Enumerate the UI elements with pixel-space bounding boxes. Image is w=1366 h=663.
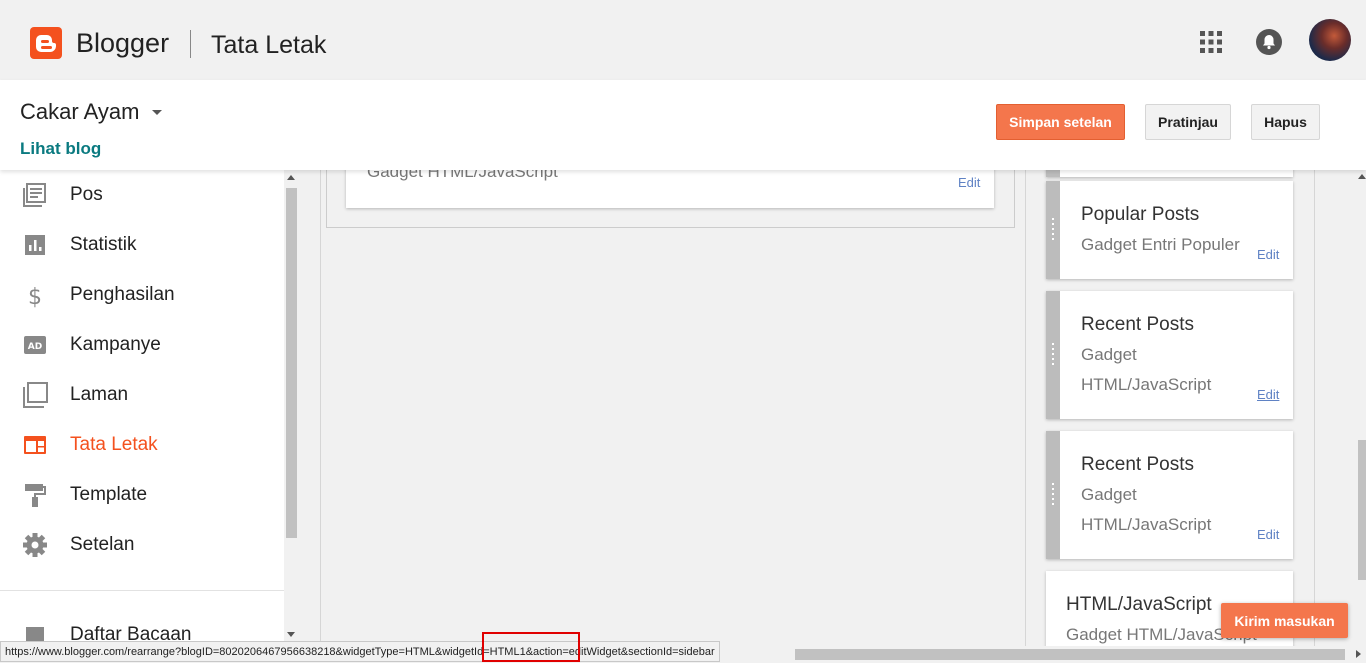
status-bar-url: https://www.blogger.com/rearrange?blogID… bbox=[0, 641, 720, 662]
scroll-right-arrow-icon[interactable] bbox=[1356, 650, 1361, 658]
sidebar-item-label: Kampanye bbox=[70, 334, 161, 355]
blogger-logo-icon[interactable] bbox=[30, 27, 62, 59]
sidebar-item-label: Setelan bbox=[70, 534, 135, 555]
sidebar-item-campaigns[interactable]: AD Kampanye bbox=[0, 320, 284, 370]
scroll-up-arrow-icon[interactable] bbox=[287, 175, 295, 180]
scroll-up-arrow-icon[interactable] bbox=[1358, 174, 1366, 179]
dollar-icon: $ bbox=[28, 285, 42, 308]
drag-dots-icon bbox=[1052, 343, 1054, 367]
edit-link[interactable]: Edit bbox=[1257, 527, 1279, 542]
notifications-bell-icon[interactable] bbox=[1255, 28, 1283, 56]
sidebar-item-layout[interactable]: Tata Letak bbox=[0, 420, 284, 470]
sidebar-divider bbox=[0, 590, 284, 591]
gadget-type: Gadget Entri Populer bbox=[1081, 235, 1240, 254]
gadget-card[interactable]: Popular Posts Gadget Entri Populer Edit bbox=[1046, 181, 1293, 279]
posts-icon bbox=[23, 183, 46, 207]
title-divider bbox=[190, 30, 191, 58]
ad-icon: AD bbox=[24, 336, 46, 354]
gadget-title: HTML/JavaScript bbox=[1066, 594, 1212, 615]
send-feedback-button[interactable]: Kirim masukan bbox=[1221, 603, 1348, 638]
sidebar-item-label: Penghasilan bbox=[70, 284, 175, 305]
brand-name[interactable]: Blogger bbox=[76, 26, 169, 60]
drag-dots-icon bbox=[1052, 218, 1054, 242]
view-blog-link[interactable]: Lihat blog bbox=[20, 139, 101, 159]
sidebar-section-border bbox=[1314, 170, 1315, 646]
gadget-title: Recent Posts bbox=[1081, 454, 1194, 475]
edit-link[interactable]: Edit bbox=[958, 175, 980, 190]
gadget-card[interactable]: Recent Posts Gadget HTML/JavaScript Edit bbox=[1046, 431, 1293, 559]
drag-dots-icon bbox=[1052, 483, 1054, 507]
sidebar-item-stats[interactable]: Statistik bbox=[0, 220, 284, 270]
paint-roller-icon bbox=[25, 484, 46, 507]
sidebar-item-posts[interactable]: Pos bbox=[0, 170, 284, 220]
drag-handle[interactable] bbox=[1046, 431, 1060, 559]
page-title: Tata Letak bbox=[211, 31, 327, 59]
drag-handle[interactable] bbox=[1046, 291, 1060, 419]
sidebar-scrollbar-thumb[interactable] bbox=[286, 188, 297, 538]
apps-grid-icon[interactable] bbox=[1199, 30, 1223, 54]
sidebar-item-pages[interactable]: Laman bbox=[0, 370, 284, 420]
horizontal-scrollbar-thumb[interactable] bbox=[795, 649, 1345, 660]
gadget-card[interactable]: Recent Posts Gadget HTML/JavaScript Edit bbox=[1046, 291, 1293, 419]
drag-handle[interactable] bbox=[1046, 181, 1060, 279]
blog-name-dropdown[interactable]: Cakar Ayam bbox=[20, 98, 139, 126]
highlight-box bbox=[482, 632, 580, 662]
sidebar-item-template[interactable]: Template bbox=[0, 470, 284, 520]
svg-text:AD: AD bbox=[28, 342, 42, 352]
svg-text:$: $ bbox=[28, 285, 42, 308]
delete-button[interactable]: Hapus bbox=[1251, 104, 1320, 140]
pages-icon bbox=[23, 382, 48, 408]
avatar[interactable] bbox=[1309, 19, 1351, 61]
gadget-type: Gadget HTML/JavaScript bbox=[1081, 485, 1212, 534]
layout-icon bbox=[24, 436, 46, 454]
top-bar: Blogger Tata Letak bbox=[0, 0, 1366, 80]
sidebar-item-label: Laman bbox=[70, 384, 129, 405]
gear-icon bbox=[23, 533, 47, 557]
stats-icon bbox=[25, 235, 45, 255]
scroll-down-arrow-icon[interactable] bbox=[287, 632, 295, 637]
gadget-title: Recent Posts bbox=[1081, 314, 1194, 335]
sidebar-item-label: Template bbox=[70, 484, 148, 505]
preview-button[interactable]: Pratinjau bbox=[1145, 104, 1231, 140]
sidebar-item-label: Statistik bbox=[70, 234, 137, 255]
gadget-title: Popular Posts bbox=[1081, 204, 1200, 225]
chevron-down-icon[interactable] bbox=[152, 110, 162, 115]
sidebar-item-earnings[interactable]: $ Penghasilan bbox=[0, 270, 284, 320]
page-scrollbar-thumb[interactable] bbox=[1358, 440, 1366, 580]
sidebar-item-label: Tata Letak bbox=[70, 434, 158, 455]
blog-header: Cakar Ayam Lihat blog Simpan setelan Pra… bbox=[0, 80, 1366, 170]
edit-link[interactable]: Edit bbox=[1257, 247, 1279, 262]
canvas-border bbox=[1025, 170, 1026, 646]
sidebar-item-settings[interactable]: Setelan bbox=[0, 520, 284, 570]
sidebar-nav: Pos Statistik $ Penghasilan AD Kampanye … bbox=[0, 170, 300, 646]
sidebar-item-label: Pos bbox=[70, 184, 103, 205]
save-button[interactable]: Simpan setelan bbox=[996, 104, 1125, 140]
gadget-type: Gadget HTML/JavaScript bbox=[1081, 345, 1212, 394]
canvas-border bbox=[320, 170, 321, 646]
edit-link[interactable]: Edit bbox=[1257, 387, 1279, 402]
